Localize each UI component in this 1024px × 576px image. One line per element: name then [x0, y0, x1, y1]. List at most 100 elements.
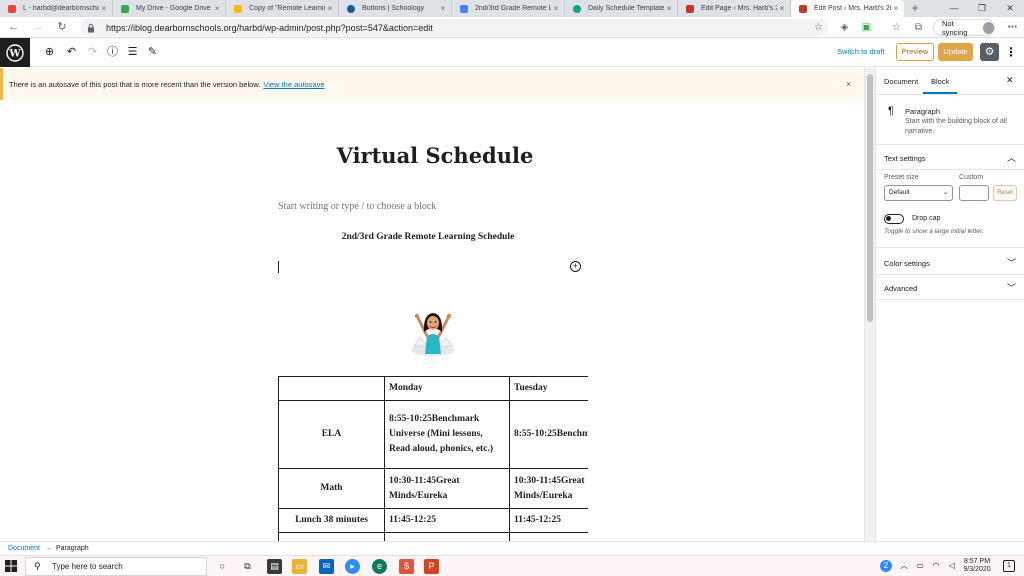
browser-tab-active[interactable]: Edit Post ‹ Mrs. Harb's 2nd ×	[791, 0, 904, 17]
notification-center-icon[interactable]: 1	[1003, 560, 1015, 572]
settings-gear-icon[interactable]: ⚙	[980, 43, 999, 61]
browser-tab[interactable]: L - harbd@dearbornschools×	[0, 0, 113, 17]
wifi-icon[interactable]: ◠	[930, 560, 942, 572]
close-icon[interactable]: ×	[551, 4, 561, 13]
close-icon[interactable]: ×	[777, 4, 787, 13]
custom-size-input[interactable]	[959, 185, 989, 201]
dismiss-notice-icon[interactable]: ×	[846, 79, 851, 89]
schedule-table-block[interactable]: Monday Tuesday ELA 8:55-10:25Benchmark U…	[278, 376, 588, 541]
taskbar-search-input[interactable]: ⚲ Type here to search	[25, 557, 207, 576]
post-title[interactable]: Virtual Schedule	[280, 143, 590, 168]
scrollbar-thumb[interactable]	[867, 74, 873, 322]
mail-icon[interactable]: ✉	[319, 559, 334, 574]
browser-tab[interactable]: Daily Schedule Template Ed×	[565, 0, 678, 17]
view-autosave-link[interactable]: View the autosave	[263, 80, 324, 89]
powerpoint-icon[interactable]: P	[424, 559, 439, 574]
block-placeholder[interactable]: Start writing or type / to choose a bloc…	[278, 201, 436, 212]
close-icon[interactable]: ×	[891, 4, 901, 13]
close-icon[interactable]: ×	[664, 4, 674, 13]
edge-browser-icon[interactable]: e	[372, 559, 387, 574]
info-icon[interactable]: ⓘ	[105, 45, 120, 60]
browser-tab[interactable]: Buttons | Schoology ×	[339, 0, 452, 17]
table-cell[interactable]: Lunch 38 minutes	[278, 508, 385, 533]
close-window-icon[interactable]: ✕	[996, 0, 1024, 17]
drop-cap-toggle[interactable]	[884, 214, 904, 224]
preview-button[interactable]: Preview	[896, 43, 934, 61]
cortana-icon[interactable]: ○	[215, 559, 230, 574]
table-cell[interactable]: 11:45-12:25	[509, 508, 588, 533]
table-cell[interactable]	[384, 532, 510, 541]
table-cell[interactable]: 8:55-10:25Benchmark Universe (Mini lesso…	[509, 400, 588, 469]
browser-tab[interactable]: 2nd/3rd Grade Remote Lea×	[452, 0, 565, 17]
schedule-subtitle[interactable]: 2nd/3rd Grade Remote Learning Schedule	[278, 232, 578, 242]
browser-tab[interactable]: Edit Page ‹ Mrs. Harb's 2nd×	[678, 0, 791, 17]
close-sidebar-icon[interactable]: ✕	[1006, 75, 1014, 86]
zoom-icon[interactable]: ▸	[345, 559, 360, 574]
taskbar-clock[interactable]: 8:57 PM 9/3/2020	[962, 558, 992, 574]
windows-start-icon[interactable]	[5, 560, 17, 572]
battery-icon[interactable]: ▭	[914, 560, 926, 572]
extension-icon[interactable]: ▣	[860, 21, 873, 34]
favorites-icon[interactable]: ☆	[890, 21, 903, 34]
tray-app-icon[interactable]: 2	[880, 560, 892, 572]
editor-scrollbar[interactable]	[864, 68, 875, 541]
text-settings-panel-toggle[interactable]: Text settings ︿	[876, 145, 1024, 170]
reload-icon[interactable]: ↻	[54, 20, 70, 36]
minimize-icon[interactable]: —	[940, 0, 968, 17]
chevron-down-icon: ﹀	[1007, 258, 1017, 268]
table-cell[interactable]: 10:30-11:45Great Minds/Eureka	[384, 468, 510, 509]
block-navigation-icon[interactable]: ☰	[125, 45, 140, 60]
table-cell[interactable]: 11:45-12:25	[384, 508, 510, 533]
table-cell[interactable]: Monday	[384, 376, 510, 401]
wordpress-logo-icon[interactable]: W	[0, 38, 30, 67]
breadcrumb-document[interactable]: Document	[8, 545, 40, 552]
table-cell[interactable]	[278, 532, 385, 541]
close-icon[interactable]: ×	[438, 4, 448, 13]
chevron-up-icon[interactable]: ︿	[898, 560, 910, 572]
table-cell[interactable]: Math	[278, 468, 385, 509]
close-icon[interactable]: ×	[99, 4, 109, 13]
preset-size-select[interactable]: Default ⌄	[884, 185, 953, 201]
tab-document[interactable]: Document	[884, 77, 918, 86]
table-cell[interactable]	[278, 376, 385, 401]
sync-status-button[interactable]: Not syncing	[933, 19, 995, 37]
new-tab-icon[interactable]: +	[907, 0, 923, 17]
browser-tab[interactable]: Copy of "Remote Learning ×	[226, 0, 339, 17]
add-block-icon[interactable]: ⊕	[42, 45, 57, 60]
forward-icon[interactable]: →	[30, 20, 46, 36]
restore-icon[interactable]: ❐	[968, 0, 996, 17]
task-view-icon[interactable]: ⧉	[240, 559, 255, 574]
table-cell[interactable]: 10:30-11:45Great Minds/Eureka	[509, 468, 588, 509]
close-icon[interactable]: ×	[325, 4, 335, 13]
close-icon[interactable]: ×	[212, 4, 222, 13]
table-cell[interactable]: Tuesday	[509, 376, 588, 401]
store-icon[interactable]: ▤	[267, 559, 282, 574]
schoology-icon	[347, 4, 355, 13]
file-explorer-icon[interactable]: ▭	[292, 559, 307, 574]
table-cell[interactable]: 8:55-10:25Benchmark Universe (Mini lesso…	[384, 400, 510, 469]
color-settings-panel-toggle[interactable]: Color settings ﹀	[876, 250, 1024, 275]
undo-icon[interactable]: ↶	[64, 45, 79, 60]
switch-to-draft-button[interactable]: Switch to draft	[837, 47, 885, 56]
bookmark-star-icon[interactable]: ☆	[812, 21, 825, 34]
update-button[interactable]: Update	[938, 43, 973, 61]
inline-add-block-icon[interactable]: +	[570, 261, 581, 272]
reset-button[interactable]: Reset	[993, 185, 1017, 201]
edit-tools-icon[interactable]: ✎	[145, 45, 160, 60]
back-icon[interactable]: ←	[6, 20, 22, 36]
tab-block[interactable]: Block	[931, 77, 949, 86]
advanced-panel-toggle[interactable]: Advanced ﹀	[876, 275, 1024, 300]
browser-menu-icon[interactable]: ⋯	[1006, 21, 1019, 34]
breadcrumb-paragraph[interactable]: Paragraph	[56, 545, 89, 552]
app-icon[interactable]: $	[399, 559, 414, 574]
table-cell[interactable]: ELA	[278, 400, 385, 469]
collections-icon[interactable]: ⧉	[912, 21, 925, 34]
volume-icon[interactable]: ◁	[946, 560, 958, 572]
extension-icon[interactable]: ◈	[838, 21, 851, 34]
address-bar[interactable]: https://iblog.dearbornschools.org/harbd/…	[80, 19, 828, 36]
redo-icon[interactable]: ↷	[85, 45, 100, 60]
browser-tab[interactable]: My Drive - Google Drive ×	[113, 0, 226, 17]
more-menu-icon[interactable]: ⋮	[1005, 45, 1017, 60]
table-cell[interactable]	[509, 532, 588, 541]
avatar	[983, 21, 994, 34]
